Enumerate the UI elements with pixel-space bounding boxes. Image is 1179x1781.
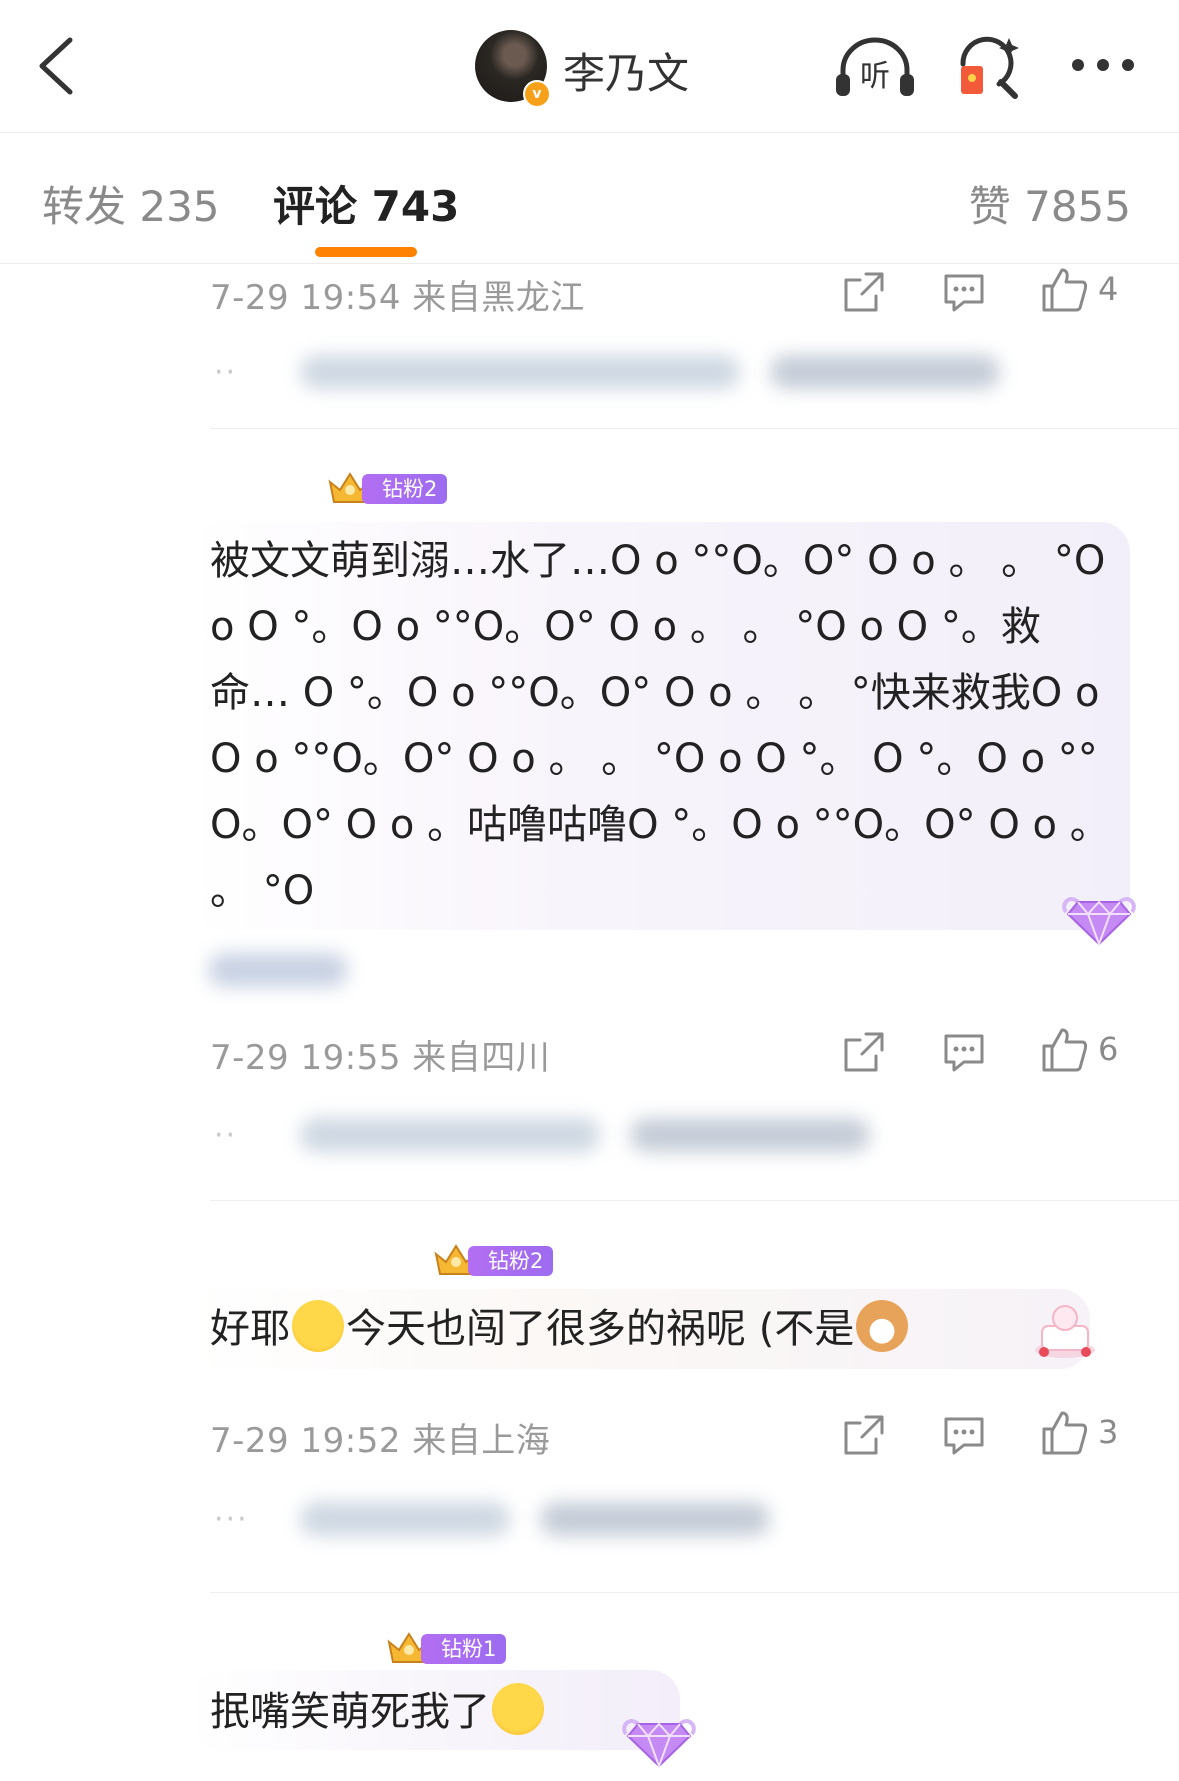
dog-emoji-icon (856, 1300, 909, 1352)
diamond-gem-icon (1062, 897, 1136, 947)
listen-label: 听 (860, 59, 890, 94)
share-icon[interactable] (842, 1413, 886, 1457)
reply-preview-dots: ··· (214, 1502, 249, 1537)
reply-icon[interactable] (942, 270, 986, 314)
blurred-reply-preview[interactable] (770, 355, 1000, 389)
diamond-gem-icon (622, 1719, 696, 1769)
reply-preview-dots: ·· (214, 355, 238, 390)
comment-text-part: 今天也闯了很多的祸呢 (不是 (346, 1306, 855, 1352)
blurred-reply-preview[interactable] (540, 1502, 770, 1536)
tab-repost[interactable]: 转发 235 (42, 173, 220, 234)
fan-badge-label: 钻粉2 (362, 474, 448, 504)
comment-text-part: 抿嘴笑萌死我了 (210, 1689, 490, 1735)
comment-text[interactable]: 被文文萌到溺…水了…O o °°O。O° O o 。 。 °O o O °。O … (210, 528, 1110, 924)
share-icon[interactable] (842, 1030, 886, 1074)
top-nav-bar: v 李乃文 听 (0, 0, 1179, 133)
like-thumb-icon[interactable] (1040, 1026, 1088, 1074)
laughing-emoji-icon (292, 1300, 344, 1352)
author-name[interactable]: 李乃文 (563, 40, 689, 101)
listen-headphones-icon[interactable]: 听 (833, 34, 917, 100)
reply-icon[interactable] (942, 1413, 986, 1457)
fan-badge-label: 钻粉2 (468, 1246, 554, 1276)
cake-decoration-icon (1035, 1305, 1095, 1358)
comment-3-meta: 7-29 19:52 来自上海 (210, 1421, 551, 1461)
divider (210, 1592, 1179, 1593)
divider (210, 1200, 1179, 1201)
crying-emoji-icon (492, 1683, 544, 1735)
like-thumb-icon[interactable] (1040, 266, 1088, 314)
comment-text-part: 好耶 (210, 1306, 290, 1352)
blurred-reply-preview[interactable] (630, 1118, 870, 1152)
active-tab-indicator (315, 247, 417, 257)
blurred-reply-preview[interactable] (300, 1502, 510, 1536)
like-count: 4 (1098, 270, 1119, 308)
more-options-icon[interactable] (1068, 50, 1138, 80)
share-icon[interactable] (842, 270, 886, 314)
blurred-username[interactable] (208, 953, 348, 987)
back-arrow-icon[interactable] (30, 34, 86, 98)
tab-comment[interactable]: 评论 743 (273, 173, 459, 234)
like-count: 3 (1098, 1413, 1119, 1451)
tab-like[interactable]: 赞 7855 (969, 173, 1131, 234)
verified-icon: v (523, 80, 551, 108)
comment-text[interactable]: 好耶 今天也闯了很多的祸呢 (不是 (210, 1297, 1110, 1361)
comment-2-meta: 7-29 19:55 来自四川 (210, 1038, 551, 1078)
like-thumb-icon[interactable] (1040, 1409, 1088, 1457)
search-red-packet-icon[interactable] (955, 34, 1025, 100)
tab-bar: 转发 235 评论 743 赞 7855 (0, 133, 1179, 264)
comment-1-meta: 7-29 19:54 来自黑龙江 (210, 278, 585, 318)
divider (210, 428, 1179, 429)
blurred-reply-preview[interactable] (300, 1118, 600, 1152)
fan-badge-label: 钻粉1 (421, 1634, 507, 1664)
reply-icon[interactable] (942, 1030, 986, 1074)
reply-preview-dots: ·· (214, 1118, 238, 1153)
blurred-reply-preview[interactable] (300, 355, 740, 389)
like-count: 6 (1098, 1030, 1119, 1068)
